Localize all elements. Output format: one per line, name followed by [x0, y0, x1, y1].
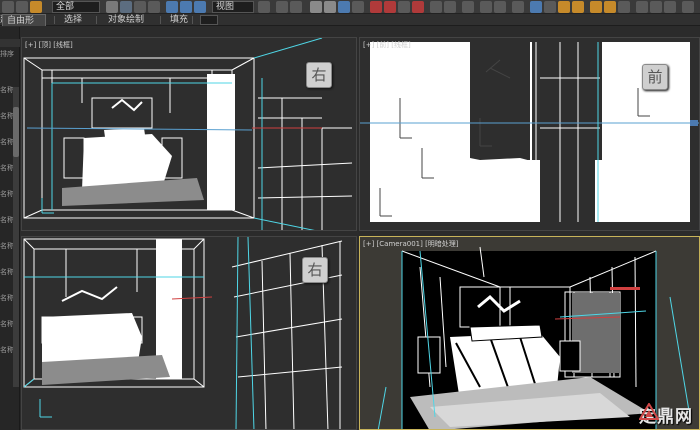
teapot-icon[interactable] — [650, 1, 662, 13]
render-iterative-icon[interactable] — [572, 1, 584, 13]
render-production-icon[interactable] — [558, 1, 570, 13]
quick-align-icon[interactable] — [398, 1, 410, 13]
select-by-name-icon[interactable] — [120, 1, 132, 13]
normal-align-icon[interactable] — [412, 1, 424, 13]
rotate-icon[interactable] — [180, 1, 192, 13]
main-toolbar: 全部 视图 — [0, 0, 700, 14]
tab-separator — [96, 16, 97, 24]
viewport-label[interactable]: [+] [Camera001] [明暗处理] — [363, 239, 459, 249]
viewport-left[interactable]: 右 — [21, 236, 357, 430]
tab-selection[interactable]: 选择 — [60, 14, 86, 26]
redo-icon[interactable] — [16, 1, 28, 13]
panel-grip[interactable] — [0, 39, 20, 47]
tab-populate[interactable]: 填充 — [166, 14, 192, 26]
spinner-snap-icon[interactable] — [352, 1, 364, 13]
tab-separator — [160, 16, 161, 24]
selection-filter-dropdown[interactable]: 全部 — [52, 1, 100, 13]
render-icon[interactable] — [590, 1, 602, 13]
viewport-label[interactable]: [+] [前] [线框] — [363, 40, 411, 50]
tab-separator — [54, 16, 55, 24]
ribbon-toggle-icon[interactable] — [462, 1, 474, 13]
snap-toggle-icon[interactable] — [310, 1, 322, 13]
move-icon[interactable] — [166, 1, 178, 13]
angle-snap-icon[interactable] — [324, 1, 336, 13]
scene-explorer-icon[interactable] — [444, 1, 456, 13]
tab-separator — [192, 16, 193, 24]
pivot-icon[interactable] — [258, 1, 270, 13]
render-online-icon[interactable] — [618, 1, 630, 13]
mirror-icon[interactable] — [370, 1, 382, 13]
ribbon-tab-bar: 建模 自由形式 选择 对象绘制 填充 — [0, 14, 700, 38]
percent-snap-icon[interactable] — [338, 1, 350, 13]
align-icon[interactable] — [384, 1, 396, 13]
watermark: 定鼎网 — [639, 403, 693, 427]
tab-object-paint[interactable]: 对象绘制 — [104, 14, 148, 26]
select-object-icon[interactable] — [106, 1, 118, 13]
viewcube[interactable]: 右 — [302, 257, 328, 283]
viewcube[interactable]: 右 — [306, 62, 332, 88]
tab-freeform[interactable]: 自由形式 — [2, 14, 46, 38]
sort-header[interactable]: 排序 — [0, 49, 20, 59]
render-setup-icon[interactable] — [530, 1, 542, 13]
vray-icon[interactable] — [664, 1, 676, 13]
rendered-frame-icon[interactable] — [544, 1, 556, 13]
scrollbar-thumb[interactable] — [13, 107, 19, 157]
environment-icon[interactable] — [636, 1, 648, 13]
link-icon[interactable] — [30, 1, 42, 13]
select-manipulate-icon[interactable] — [276, 1, 288, 13]
curve-editor-icon[interactable] — [480, 1, 492, 13]
viewport-top[interactable]: [+] [顶] [线框] 右 — [21, 37, 357, 231]
viewport-front[interactable]: [+] [前] [线框] 前 — [359, 37, 700, 231]
watermark-logo-icon — [639, 403, 659, 420]
ribbon-options-dropdown[interactable] — [200, 15, 218, 25]
viewcube[interactable]: 前 — [642, 64, 668, 90]
layer-manager-icon[interactable] — [430, 1, 442, 13]
viewport-label[interactable]: [+] [顶] [线框] — [25, 40, 73, 50]
viewport-camera[interactable]: [+] [Camera001] [明暗处理] 定鼎网 — [359, 236, 700, 430]
window-crossing-icon[interactable] — [148, 1, 160, 13]
material-editor-icon[interactable] — [512, 1, 524, 13]
scale-icon[interactable] — [194, 1, 206, 13]
activeshade-icon[interactable] — [604, 1, 616, 13]
schematic-view-icon[interactable] — [494, 1, 506, 13]
rect-select-icon[interactable] — [134, 1, 146, 13]
reference-coordinate-dropdown[interactable]: 视图 — [212, 1, 254, 13]
undo-icon[interactable] — [2, 1, 14, 13]
scene-explorer-panel: 排序 名称 名称 名称 名称 名称 名称 名称 名称 名称 名称 名称 — [0, 27, 20, 430]
keyboard-shortcut-icon[interactable] — [290, 1, 302, 13]
extra-tools-icon[interactable] — [682, 1, 694, 13]
